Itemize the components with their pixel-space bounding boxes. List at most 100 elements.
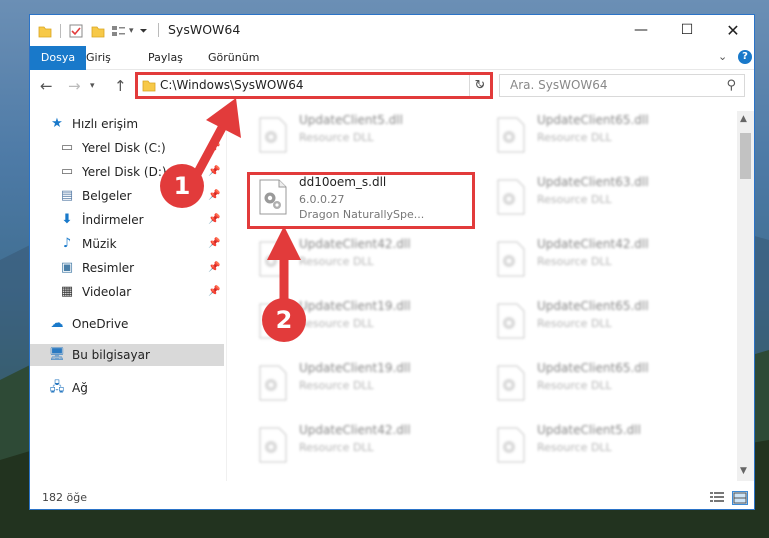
file-item[interactable]: UpdateClient42.dll Resource DLL xyxy=(245,421,471,475)
sidebar-item-drive-c[interactable]: ▭ Yerel Disk (C:) 📌 xyxy=(58,137,221,159)
pin-icon[interactable]: 📌 xyxy=(208,209,220,231)
dll-file-icon xyxy=(497,427,525,463)
sidebar-item-label: Hızlı erişim xyxy=(72,117,139,131)
sidebar-item-music[interactable]: ♪ Müzik 📌 xyxy=(58,233,221,255)
customize-toolbar-icon[interactable]: ⏷ xyxy=(140,26,148,37)
details-view-icon[interactable] xyxy=(710,491,724,503)
sidebar-item-label: Resimler xyxy=(82,261,135,275)
dropdown-arrow-icon[interactable]: ▾ xyxy=(129,26,134,36)
search-icon[interactable]: ⚲ xyxy=(726,78,736,93)
file-description: Resource DLL xyxy=(537,379,612,392)
file-item[interactable]: UpdateClient5.dll Resource DLL xyxy=(483,421,709,475)
vertical-scrollbar[interactable]: ▲ ▼ xyxy=(737,111,754,481)
scroll-up-icon[interactable]: ▲ xyxy=(740,114,747,124)
computer-icon: 🖥 xyxy=(48,347,66,362)
pin-icon[interactable]: 📌 xyxy=(208,257,220,279)
status-bar: 182 öğe xyxy=(30,486,754,509)
pin-icon[interactable]: 📌 xyxy=(208,233,220,255)
sidebar-item-videos[interactable]: ▦ Videolar 📌 xyxy=(58,281,221,303)
pin-icon[interactable]: 📌 xyxy=(208,185,220,207)
file-highlight-box xyxy=(247,172,475,229)
title-bar: ▾ ⏷ SysWOW64 — ☐ ✕ xyxy=(30,15,754,46)
callout-step-one: 1 xyxy=(160,164,204,208)
help-icon[interactable]: ? xyxy=(738,50,752,64)
drive-icon: ▭ xyxy=(60,140,74,155)
file-item[interactable]: UpdateClient63.dll Resource DLL xyxy=(483,173,709,227)
up-arrow-icon[interactable]: ↑ xyxy=(114,77,127,95)
file-name: UpdateClient19.dll xyxy=(299,361,411,375)
search-placeholder: Ara. SysWOW64 xyxy=(510,78,608,92)
file-item[interactable]: UpdateClient42.dll Resource DLL xyxy=(245,235,471,289)
dll-file-icon xyxy=(497,241,525,277)
sidebar-item-label: Yerel Disk (D:) xyxy=(82,165,167,179)
drive-icon: ▭ xyxy=(60,164,74,179)
file-description: Resource DLL xyxy=(299,317,374,330)
file-item[interactable]: UpdateClient19.dll Resource DLL xyxy=(245,359,471,413)
sidebar-item-pictures[interactable]: ▣ Resimler 📌 xyxy=(58,257,221,279)
view-options-icon[interactable] xyxy=(111,24,127,38)
sidebar-item-drive-d[interactable]: ▭ Yerel Disk (D:) 📌 xyxy=(58,161,221,183)
minimize-button[interactable]: — xyxy=(618,15,664,46)
file-name: UpdateClient65.dll xyxy=(537,361,649,375)
sidebar-item-label: İndirmeler xyxy=(82,213,144,227)
tab-share[interactable]: Paylaş xyxy=(138,46,193,69)
recent-locations-icon[interactable]: ▾ xyxy=(90,81,95,91)
large-icons-view-icon[interactable] xyxy=(732,491,748,505)
file-name: UpdateClient65.dll xyxy=(537,299,649,313)
file-item[interactable]: UpdateClient65.dll Resource DLL xyxy=(483,359,709,413)
sidebar-item-documents[interactable]: ▤ Belgeler 📌 xyxy=(58,185,221,207)
file-item[interactable]: UpdateClient65.dll Resource DLL xyxy=(483,297,709,351)
sidebar-item-onedrive[interactable]: ☁ OneDrive xyxy=(48,313,129,335)
title-divider xyxy=(158,23,159,37)
tab-view[interactable]: Görünüm xyxy=(198,46,269,69)
dll-file-icon xyxy=(259,117,287,153)
sidebar-item-downloads[interactable]: ⬇ İndirmeler 📌 xyxy=(58,209,221,231)
new-folder-icon[interactable] xyxy=(91,24,105,38)
sidebar-item-network[interactable]: 🖧 Ağ xyxy=(48,377,88,399)
sidebar-item-label: Yerel Disk (C:) xyxy=(82,141,166,155)
pin-icon[interactable]: 📌 xyxy=(208,137,220,159)
video-icon: ▦ xyxy=(60,284,74,299)
file-name: UpdateClient42.dll xyxy=(299,237,411,251)
file-item[interactable]: UpdateClient65.dll Resource DLL xyxy=(483,111,709,165)
address-highlight-box xyxy=(135,72,493,99)
tab-home[interactable]: Giriş xyxy=(76,46,121,69)
file-item[interactable]: UpdateClient42.dll Resource DLL xyxy=(483,235,709,289)
dll-file-icon xyxy=(497,365,525,401)
sidebar-item-label: Bu bilgisayar xyxy=(72,348,150,362)
back-arrow-icon[interactable]: ← xyxy=(40,77,53,95)
file-name: UpdateClient42.dll xyxy=(299,423,411,437)
file-description: Resource DLL xyxy=(299,441,374,454)
forward-arrow-icon[interactable]: → xyxy=(68,77,81,95)
scroll-down-icon[interactable]: ▼ xyxy=(740,466,747,476)
file-description: Resource DLL xyxy=(537,131,612,144)
sidebar-item-label: Müzik xyxy=(82,237,117,251)
sidebar-item-quick-access[interactable]: ★ Hızlı erişim xyxy=(48,113,138,135)
ribbon: Dosya Giriş Paylaş Görünüm ⌄ ? xyxy=(30,46,754,100)
file-description: Resource DLL xyxy=(537,255,612,268)
navigation-pane: ★ Hızlı erişim ▭ Yerel Disk (C:) 📌 ▭ Yer… xyxy=(30,111,226,481)
download-icon: ⬇ xyxy=(61,212,73,227)
ribbon-expand-icon[interactable]: ⌄ xyxy=(718,50,727,63)
dll-file-icon xyxy=(259,427,287,463)
file-name: UpdateClient19.dll xyxy=(299,299,411,313)
cloud-icon: ☁ xyxy=(50,316,64,331)
network-icon: 🖧 xyxy=(49,380,65,395)
sidebar-item-this-pc[interactable]: 🖥 Bu bilgisayar xyxy=(48,344,150,366)
search-box[interactable]: Ara. SysWOW64 ⚲ xyxy=(499,74,745,97)
quick-access-toolbar: ▾ ⏷ xyxy=(38,22,148,40)
music-icon: ♪ xyxy=(62,236,72,251)
pin-icon[interactable]: 📌 xyxy=(208,281,220,303)
pin-icon[interactable]: 📌 xyxy=(208,161,220,183)
properties-icon[interactable] xyxy=(69,24,83,38)
close-button[interactable]: ✕ xyxy=(710,15,754,46)
file-name: UpdateClient5.dll xyxy=(299,113,403,127)
file-item[interactable]: UpdateClient5.dll Resource DLL xyxy=(245,111,471,165)
folder-icon[interactable] xyxy=(38,24,52,38)
star-icon: ★ xyxy=(51,116,63,131)
scrollbar-thumb[interactable] xyxy=(740,133,751,179)
file-name: UpdateClient5.dll xyxy=(537,423,641,437)
dll-file-icon xyxy=(259,241,287,277)
file-description: Resource DLL xyxy=(537,441,612,454)
maximize-button[interactable]: ☐ xyxy=(664,15,710,46)
